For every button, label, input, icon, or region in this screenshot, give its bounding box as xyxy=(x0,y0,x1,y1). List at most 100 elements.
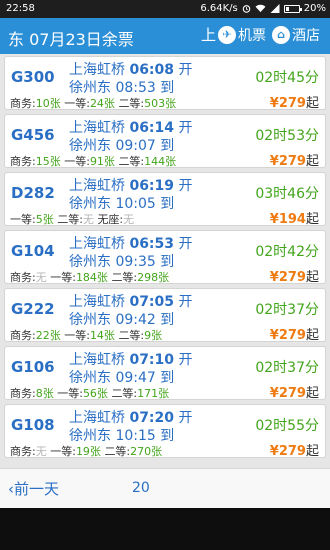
departure-station: 上海虹桥 xyxy=(69,120,125,136)
arrival-line: 徐州东 10:05 到 xyxy=(69,193,174,213)
price: ¥194起 xyxy=(270,208,319,227)
departure-time: 06:08 xyxy=(129,62,175,78)
price-currency: ¥ xyxy=(269,270,279,285)
train-number: G456 xyxy=(11,126,55,144)
price-currency: ¥ xyxy=(269,96,279,111)
page-title: 东 07月23日余票 xyxy=(8,30,134,49)
train-card[interactable]: G456 上海虹桥 06:14 开徐州东 09:07 到 02时53分 商务:15张 … xyxy=(4,114,326,169)
trip-duration: 02时45分 xyxy=(255,70,319,86)
price-suffix: 起 xyxy=(305,386,319,401)
seat-count: 91张 xyxy=(89,155,115,168)
seat-availability: 商务:15张 一等:91张 二等:144张 xyxy=(10,153,176,169)
departure-station: 上海虹桥 xyxy=(69,62,125,78)
seat-class-label: 二等: xyxy=(118,329,145,342)
seat-count: 184张 xyxy=(75,271,108,284)
price-currency: ¥ xyxy=(269,444,279,459)
train-card[interactable]: G300 上海虹桥 06:08 开徐州东 08:53 到 02时45分 商务:10张 … xyxy=(4,56,326,111)
price-suffix: 起 xyxy=(305,212,319,227)
hotel-link[interactable]: 酒店 xyxy=(292,25,320,45)
seat-count: 22张 xyxy=(35,329,61,342)
arrival-time: 08:53 xyxy=(115,80,156,96)
arrival-station: 徐州东 xyxy=(69,370,111,386)
seat-class-label: 二等: xyxy=(104,445,131,458)
status-indicators: 6.64K/s 20% xyxy=(200,3,326,14)
departure-station: 上海虹桥 xyxy=(69,410,125,426)
train-number: G108 xyxy=(11,416,55,434)
seat-availability: 一等:5张 二等:无 无座:无 xyxy=(10,211,134,227)
arrival-station: 徐州东 xyxy=(69,428,111,444)
departure-line: 上海虹桥 07:20 开 xyxy=(69,407,192,427)
price-currency: ¥ xyxy=(269,328,279,343)
alarm-icon xyxy=(242,5,251,13)
seat-class-label: 商务: xyxy=(10,97,36,110)
battery-level: 20% xyxy=(303,3,326,14)
price-suffix: 起 xyxy=(305,270,319,285)
departure-mark: 开 xyxy=(178,352,193,368)
arrival-line: 徐州东 09:42 到 xyxy=(69,309,174,329)
plane-icon[interactable]: ✈ xyxy=(218,25,236,44)
arrival-time: 09:07 xyxy=(115,138,156,154)
seat-count: 无 xyxy=(35,445,47,458)
app-header: 东 07月23日余票 上 ✈ 机票 ⌂ 酒店 xyxy=(0,18,330,54)
seat-class-label: 二等: xyxy=(57,213,83,226)
departure-time: 07:20 xyxy=(129,410,175,426)
train-card[interactable]: G104 上海虹桥 06:53 开徐州东 09:35 到 02时42分 商务:无 一等… xyxy=(4,230,326,285)
current-date-button[interactable]: 20 xyxy=(132,480,150,496)
departure-time: 06:19 xyxy=(129,178,175,194)
seat-class-label: 一等: xyxy=(50,271,76,284)
train-card[interactable]: G108 上海虹桥 07:20 开徐州东 10:15 到 02时55分 商务:无 一等… xyxy=(4,404,326,459)
seat-availability: 商务:无 一等:19张 二等:270张 xyxy=(10,443,162,459)
status-bar: 22:58 6.64K/s 20% xyxy=(0,0,330,18)
flight-tickets-link[interactable]: 机票 xyxy=(238,25,266,45)
prev-day-button[interactable]: ‹前一天 xyxy=(8,478,59,499)
seat-count: 144张 xyxy=(144,155,177,168)
arrival-time: 10:05 xyxy=(115,196,156,212)
price: ¥279起 xyxy=(270,266,319,285)
departure-line: 上海虹桥 07:10 开 xyxy=(69,349,192,369)
seat-count: 14张 xyxy=(89,329,115,342)
seat-class-label: 商务: xyxy=(10,329,36,342)
seat-availability: 商务:22张 一等:14张 二等:9张 xyxy=(10,327,162,343)
price-currency: ¥ xyxy=(269,386,279,401)
status-time: 22:58 xyxy=(6,3,35,14)
seat-count: 无 xyxy=(82,213,94,226)
trip-duration: 02时42分 xyxy=(255,244,319,260)
train-card[interactable]: G222 上海虹桥 07:05 开徐州东 09:42 到 02时37分 商务:22张 … xyxy=(4,288,326,343)
seat-count: 无 xyxy=(35,271,47,284)
system-nav-bar xyxy=(0,508,330,550)
departure-time: 07:10 xyxy=(129,352,175,368)
arrival-mark: 到 xyxy=(160,312,175,328)
battery-icon xyxy=(283,4,302,13)
arrival-time: 09:35 xyxy=(115,254,156,270)
seat-class-label: 二等: xyxy=(111,271,138,284)
price: ¥279起 xyxy=(270,92,319,111)
price-suffix: 起 xyxy=(305,96,319,111)
arrival-line: 徐州东 09:47 到 xyxy=(69,367,174,387)
train-card[interactable]: G106 上海虹桥 07:10 开徐州东 09:47 到 02时37分 商务:8张 一… xyxy=(4,346,326,401)
hotel-icon[interactable]: ⌂ xyxy=(272,25,290,44)
arrival-line: 徐州东 08:53 到 xyxy=(69,77,174,97)
train-number: G104 xyxy=(11,242,55,260)
trip-duration: 02时37分 xyxy=(255,360,319,376)
seat-count: 15张 xyxy=(35,155,61,168)
seat-availability: 商务:无 一等:184张 二等:298张 xyxy=(10,269,169,285)
departure-time: 07:05 xyxy=(129,294,175,310)
train-card[interactable]: D282 上海虹桥 06:19 开徐州东 10:05 到 03时46分 一等:5张 二… xyxy=(4,172,326,227)
arrival-line: 徐州东 09:35 到 xyxy=(69,251,174,271)
date-navigation-bar: ‹前一天 20 xyxy=(0,468,330,508)
departure-line: 上海虹桥 07:05 开 xyxy=(69,291,192,311)
trip-duration: 02时55分 xyxy=(255,418,319,434)
departure-station: 上海虹桥 xyxy=(69,294,125,310)
arrival-station: 徐州东 xyxy=(69,138,111,154)
prev-day-label: 前一天 xyxy=(14,480,60,498)
seat-class-label: 一等: xyxy=(57,387,83,400)
departure-station: 上海虹桥 xyxy=(69,178,125,194)
price-value: 279 xyxy=(278,270,306,285)
seat-class-label: 一等: xyxy=(64,97,90,110)
price-value: 279 xyxy=(278,444,306,459)
seat-class-label: 无座: xyxy=(97,213,124,226)
departure-station: 上海虹桥 xyxy=(69,236,125,252)
departure-line: 上海虹桥 06:14 开 xyxy=(69,117,192,137)
price-value: 279 xyxy=(278,386,306,401)
arrival-time: 09:42 xyxy=(115,312,156,328)
